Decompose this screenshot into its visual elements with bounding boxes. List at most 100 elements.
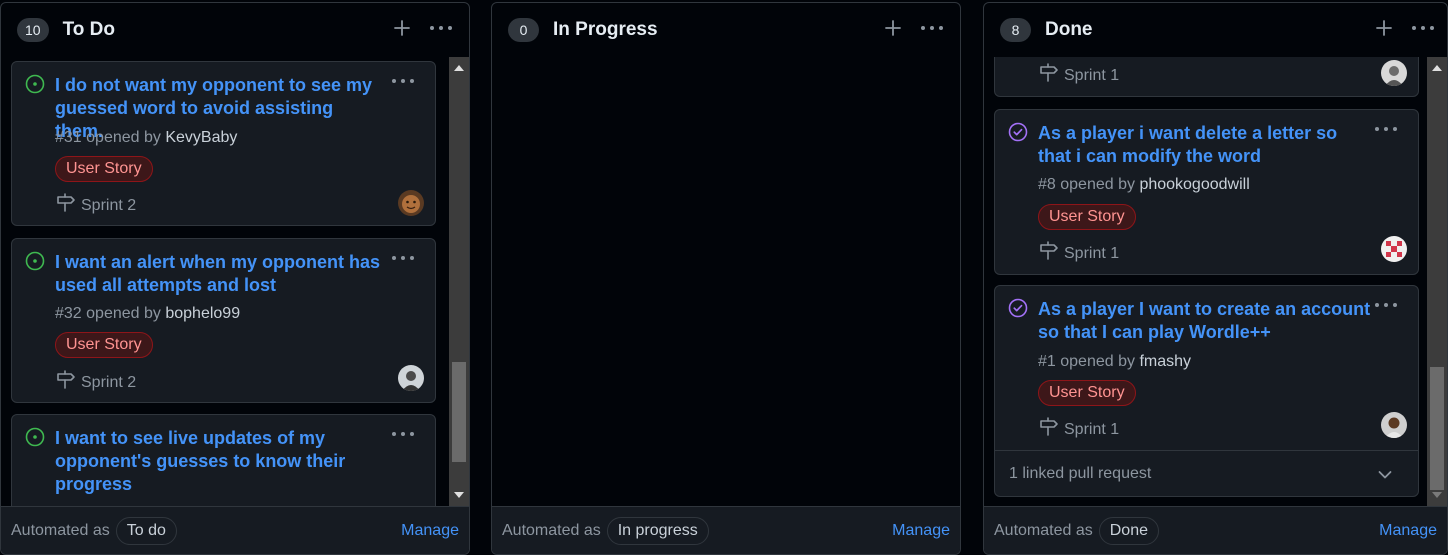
label-user-story[interactable]: User Story: [1038, 380, 1136, 406]
label-user-story[interactable]: User Story: [55, 156, 153, 182]
issue-open-icon: [25, 74, 45, 99]
issue-closed-icon: [1008, 298, 1028, 323]
scrollbar[interactable]: [449, 57, 469, 506]
kebab-icon[interactable]: [920, 19, 944, 37]
milestone-label: Sprint 1: [1064, 420, 1120, 438]
linked-pr-label: 1 linked pull request: [1009, 464, 1152, 482]
milestone-label: Sprint 1: [1064, 66, 1120, 84]
automation-pill: Done: [1098, 516, 1159, 545]
automation-pill: In progress: [606, 516, 709, 545]
issue-author[interactable]: phookogoodwill: [1139, 176, 1249, 193]
scroll-thumb[interactable]: [1430, 367, 1444, 490]
issue-opened-by: opened by: [86, 305, 161, 322]
column-body: Sprint 1 As a player i want delete a let…: [984, 57, 1447, 506]
plus-icon[interactable]: [884, 19, 902, 37]
kebab-icon[interactable]: [391, 425, 415, 448]
issue-opened-by: opened by: [1060, 176, 1135, 193]
automated-label: Automated as: [11, 521, 110, 539]
issue-card[interactable]: I want to see live updates of my opponen…: [11, 414, 436, 506]
manage-link[interactable]: Manage: [1379, 522, 1437, 540]
column-count: 8: [1000, 18, 1031, 42]
column-body: [492, 57, 960, 506]
issue-open-icon: [25, 427, 45, 452]
kebab-icon[interactable]: [1374, 296, 1398, 319]
issue-title[interactable]: I want an alert when my opponent has use…: [55, 251, 385, 297]
column-todo: 10 To Do I do not want my opponent to se…: [0, 2, 470, 555]
issue-closed-icon: [1008, 122, 1028, 147]
scroll-down-icon[interactable]: [1432, 492, 1442, 498]
issue-card[interactable]: Sprint 1: [994, 57, 1419, 97]
plus-icon[interactable]: [1375, 19, 1393, 37]
scrollbar[interactable]: [1427, 57, 1447, 506]
column-title: To Do: [62, 19, 115, 40]
scroll-up-icon[interactable]: [1432, 65, 1442, 71]
issue-number: #31: [55, 129, 82, 146]
automated-label: Automated as: [994, 521, 1093, 539]
column-footer: Automated as Done Manage: [984, 506, 1447, 554]
chevron-down-icon[interactable]: [1378, 467, 1392, 485]
issue-open-icon: [25, 251, 45, 276]
column-header: 10 To Do: [1, 3, 469, 57]
column-footer: Automated as In progress Manage: [492, 506, 960, 554]
milestone[interactable]: Sprint 1: [1038, 417, 1119, 442]
issue-card[interactable]: As a player I want to create an account …: [994, 285, 1419, 497]
kebab-icon[interactable]: [1411, 19, 1435, 37]
issue-title[interactable]: I want to see live updates of my opponen…: [55, 427, 355, 496]
linked-pull-request[interactable]: 1 linked pull request: [995, 450, 1418, 496]
avatar[interactable]: [398, 365, 424, 391]
column-body: I do not want my opponent to see my gues…: [1, 57, 469, 506]
milestone[interactable]: Sprint 1: [1038, 63, 1119, 88]
column-footer: Automated as To do Manage: [1, 506, 469, 554]
milestone-icon: [1038, 241, 1060, 266]
milestone-icon: [55, 193, 77, 218]
avatar[interactable]: [1381, 236, 1407, 262]
issue-number: #32: [55, 305, 82, 322]
milestone[interactable]: Sprint 2: [55, 370, 136, 395]
label-user-story[interactable]: User Story: [55, 332, 153, 358]
column-count: 0: [508, 18, 539, 42]
scroll-down-icon[interactable]: [454, 492, 464, 498]
milestone-icon: [55, 370, 77, 395]
milestone-label: Sprint 1: [1064, 244, 1120, 262]
plus-icon[interactable]: [393, 19, 411, 37]
avatar[interactable]: [1381, 412, 1407, 438]
manage-link[interactable]: Manage: [401, 522, 459, 540]
issue-number: #8: [1038, 176, 1056, 193]
milestone-label: Sprint 2: [81, 196, 137, 214]
kebab-icon[interactable]: [391, 249, 415, 272]
issue-meta: #32 opened by bophelo99: [55, 305, 240, 323]
milestone-icon: [1038, 63, 1060, 88]
issue-card[interactable]: As a player i want delete a letter so th…: [994, 109, 1419, 275]
issue-author[interactable]: fmashy: [1139, 353, 1191, 370]
kebab-icon[interactable]: [429, 19, 453, 37]
column-done: 8 Done Sprint 1 As a player i want delet…: [983, 2, 1448, 555]
avatar[interactable]: [398, 190, 424, 216]
milestone[interactable]: Sprint 1: [1038, 241, 1119, 266]
kebab-icon[interactable]: [391, 72, 415, 95]
issue-author[interactable]: KevyBaby: [165, 129, 237, 146]
automation-pill: To do: [115, 516, 177, 545]
issue-meta: #8 opened by phookogoodwill: [1038, 176, 1250, 194]
column-header: 8 Done: [984, 3, 1447, 57]
issue-title[interactable]: As a player i want delete a letter so th…: [1038, 122, 1348, 168]
column-header: 0 In Progress: [492, 3, 960, 57]
milestone-icon: [1038, 417, 1060, 442]
milestone[interactable]: Sprint 2: [55, 193, 136, 218]
manage-link[interactable]: Manage: [892, 522, 950, 540]
column-in-progress: 0 In Progress Automated as In progress M…: [491, 2, 961, 555]
kebab-icon[interactable]: [1374, 120, 1398, 143]
column-title: In Progress: [553, 19, 658, 40]
issue-meta: #31 opened by KevyBaby: [55, 129, 237, 147]
label-user-story[interactable]: User Story: [1038, 204, 1136, 230]
milestone-label: Sprint 2: [81, 373, 137, 391]
issue-title[interactable]: As a player I want to create an account …: [1038, 298, 1373, 344]
column-title: Done: [1045, 19, 1093, 40]
issue-author[interactable]: bophelo99: [165, 305, 240, 322]
scroll-up-icon[interactable]: [454, 65, 464, 71]
issue-number: #1: [1038, 353, 1056, 370]
avatar[interactable]: [1381, 60, 1407, 86]
issue-meta: #1 opened by fmashy: [1038, 353, 1191, 371]
issue-card[interactable]: I do not want my opponent to see my gues…: [11, 61, 436, 226]
issue-card[interactable]: I want an alert when my opponent has use…: [11, 238, 436, 403]
scroll-thumb[interactable]: [452, 362, 466, 462]
